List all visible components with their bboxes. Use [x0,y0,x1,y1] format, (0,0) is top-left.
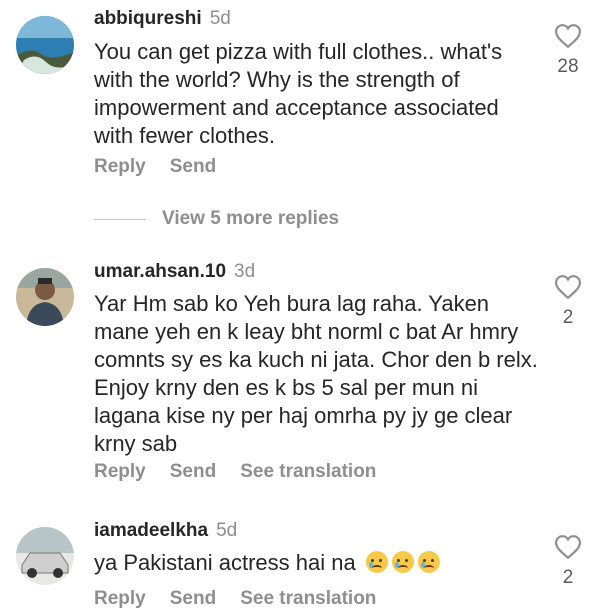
heart-icon[interactable] [555,24,581,48]
send-button[interactable]: Send [170,156,216,177]
avatar[interactable] [16,268,74,326]
see-translation-button[interactable]: See translation [240,588,376,609]
comment-text-body: ya Pakistani actress hai na [94,550,356,575]
like-control: 2 [548,275,588,329]
heart-icon[interactable] [555,275,581,299]
send-button[interactable]: Send [170,588,216,609]
divider [94,218,146,220]
timestamp: 3d [234,261,256,282]
heart-icon[interactable] [555,535,581,559]
username[interactable]: umar.ahsan.10 3d [94,261,255,283]
username[interactable]: iamadeelkha 5d [94,520,237,542]
comment-text: ya Pakistani actress hai na [94,549,534,577]
like-control: 2 [548,535,588,589]
see-translation-button[interactable]: See translation [240,461,376,482]
username[interactable]: abbiqureshi 5d [94,8,231,30]
like-count: 2 [562,307,574,328]
reply-button[interactable]: Reply [94,461,146,482]
timestamp: 5d [209,8,231,29]
comment-text: You can get pizza with full clothes.. wh… [94,39,503,148]
comment-actions: Reply Send [94,156,240,178]
like-count: 28 [557,56,579,77]
comment-actions: Reply Send See translation [94,588,400,610]
avatar[interactable] [16,16,74,74]
car-avatar-icon [16,527,74,585]
send-button[interactable]: Send [170,461,216,482]
comment-actions: Reply Send See translation [94,461,400,483]
avatar[interactable] [16,527,74,585]
more-replies-label: View 5 more replies [162,208,340,229]
view-more-replies[interactable]: View 5 more replies [94,208,339,230]
timestamp: 5d [216,520,238,541]
comment-text: Yar Hm sab ko Yeh bura lag raha. Yaken m… [94,291,538,456]
reply-button[interactable]: Reply [94,588,146,609]
crying-face-icon [417,551,440,573]
crying-face-icon [365,551,388,573]
like-control: 28 [548,24,588,78]
ocean-rocks-avatar-icon [16,16,74,74]
person-avatar-icon [16,268,74,326]
like-count: 2 [562,567,574,588]
reply-button[interactable]: Reply [94,156,146,177]
crying-face-icon [391,551,414,573]
